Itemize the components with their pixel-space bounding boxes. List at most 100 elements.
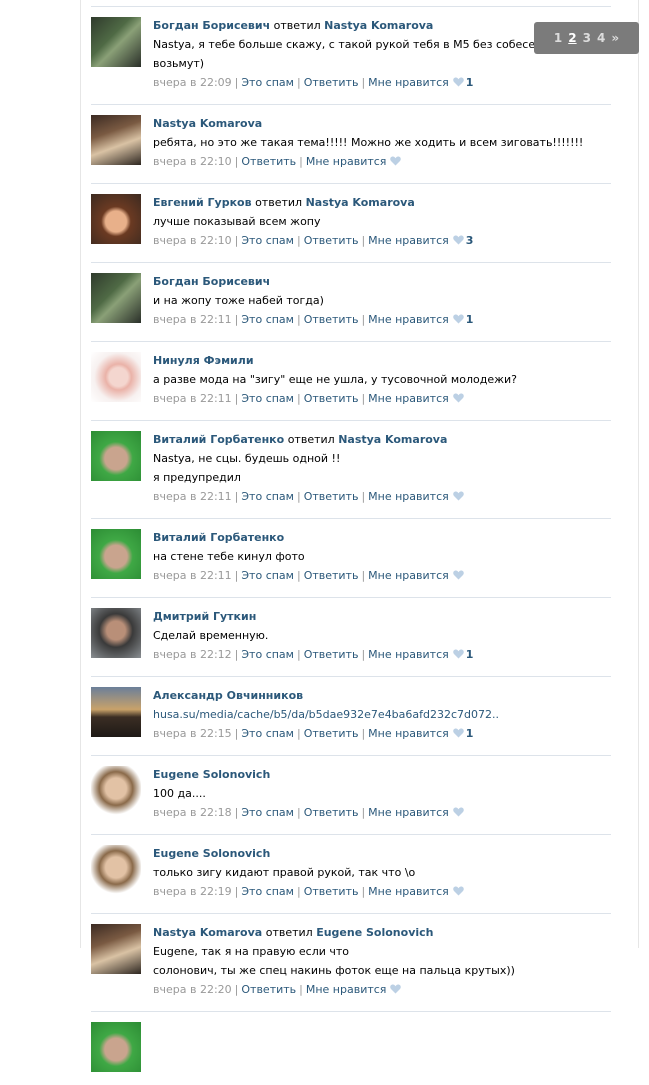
- pagination: 1 2 3 4 »: [534, 22, 639, 54]
- author-link[interactable]: Eugene Solonovich: [153, 768, 270, 781]
- heart-icon[interactable]: [452, 491, 464, 501]
- author-link[interactable]: Виталий Горбатенко: [153, 531, 284, 544]
- timestamp: вчера в 22:12: [153, 648, 232, 661]
- reply-button[interactable]: Ответить: [304, 648, 359, 661]
- heart-icon[interactable]: [390, 984, 402, 994]
- page-link-current[interactable]: 2: [568, 31, 576, 45]
- author-link[interactable]: Богдан Борисевич: [153, 275, 270, 288]
- spam-button[interactable]: Это спам: [241, 392, 294, 405]
- heart-icon[interactable]: [452, 314, 464, 324]
- comment-meta: вчера в 22:18 | Это спам | Ответить | Мне нрав…: [153, 804, 611, 822]
- reply-button[interactable]: Ответить: [304, 234, 359, 247]
- reply-to-link[interactable]: Nastya Komarova: [306, 196, 415, 209]
- reply-button[interactable]: Ответить: [304, 490, 359, 503]
- like-button[interactable]: Мне нравится: [368, 313, 449, 326]
- comment-item: Виталий Горбатенко на стене тебе кинул ф…: [91, 518, 611, 597]
- replied-label: ответил: [287, 433, 335, 446]
- avatar[interactable]: [91, 1022, 141, 1072]
- spam-button[interactable]: Это спам: [241, 727, 294, 740]
- avatar[interactable]: [91, 529, 141, 579]
- page-link-1[interactable]: 1: [554, 31, 562, 45]
- author-link[interactable]: Богдан Борисевич: [153, 19, 270, 32]
- like-button[interactable]: Мне нравится: [368, 392, 449, 405]
- heart-icon[interactable]: [452, 886, 464, 896]
- like-button[interactable]: Мне нравится: [368, 648, 449, 661]
- heart-icon[interactable]: [452, 77, 464, 87]
- spam-button[interactable]: Это спам: [241, 76, 294, 89]
- avatar[interactable]: [91, 608, 141, 658]
- reply-button[interactable]: Ответить: [304, 392, 359, 405]
- comment-item: Виталий Горбатенко ответил Nastya Komaro…: [91, 420, 611, 518]
- like-button[interactable]: Мне нравится: [368, 727, 449, 740]
- spam-button[interactable]: Это спам: [241, 313, 294, 326]
- like-button[interactable]: Мне нравится: [368, 490, 449, 503]
- like-button[interactable]: Мне нравится: [368, 806, 449, 819]
- external-link[interactable]: husa.su/media/cache/b5/da/b5dae932e7e4ba…: [153, 708, 499, 721]
- avatar[interactable]: [91, 431, 141, 481]
- reply-to-link[interactable]: Eugene Solonovich: [316, 926, 433, 939]
- comment-item: Евгений Гурков ответил Nastya Komarova л…: [91, 183, 611, 262]
- comment-item: Eugene Solonovich только зигу кидают пра…: [91, 834, 611, 913]
- like-button[interactable]: Мне нравится: [368, 885, 449, 898]
- reply-to-link[interactable]: Nastya Komarova: [324, 19, 433, 32]
- comment-meta: вчера в 22:09 | Это спам | Ответить | Мне нрав…: [153, 76, 474, 89]
- replied-label: ответил: [265, 926, 313, 939]
- author-link[interactable]: Nastya Komarova: [153, 926, 262, 939]
- author-link[interactable]: Виталий Горбатенко: [153, 433, 284, 446]
- author-link[interactable]: Нинуля Фэмили: [153, 354, 254, 367]
- avatar[interactable]: [91, 17, 141, 67]
- like-button[interactable]: Мне нравится: [306, 155, 387, 168]
- reply-button[interactable]: Ответить: [304, 313, 359, 326]
- spam-button[interactable]: Это спам: [241, 234, 294, 247]
- reply-button[interactable]: Ответить: [304, 76, 359, 89]
- next-page-icon[interactable]: »: [611, 31, 619, 45]
- reply-button[interactable]: Ответить: [241, 155, 296, 168]
- heart-icon[interactable]: [452, 570, 464, 580]
- heart-icon[interactable]: [452, 393, 464, 403]
- author-link[interactable]: Евгений Гурков: [153, 196, 252, 209]
- like-button[interactable]: Мне нравится: [368, 569, 449, 582]
- reply-button[interactable]: Ответить: [304, 806, 359, 819]
- avatar[interactable]: [91, 766, 141, 816]
- author-link[interactable]: Дмитрий Гуткин: [153, 610, 256, 623]
- reply-button[interactable]: Ответить: [304, 727, 359, 740]
- page-link-3[interactable]: 3: [583, 31, 591, 45]
- avatar[interactable]: [91, 924, 141, 974]
- like-count: 1: [465, 76, 474, 89]
- heart-icon[interactable]: [452, 807, 464, 817]
- avatar[interactable]: [91, 352, 141, 402]
- reply-button[interactable]: Ответить: [304, 885, 359, 898]
- heart-icon[interactable]: [452, 235, 464, 245]
- avatar[interactable]: [91, 845, 141, 895]
- reply-button[interactable]: Ответить: [241, 983, 296, 996]
- avatar[interactable]: [91, 115, 141, 165]
- author-link[interactable]: Александр Овчинников: [153, 689, 303, 702]
- like-button[interactable]: Мне нравится: [368, 234, 449, 247]
- reply-button[interactable]: Ответить: [304, 569, 359, 582]
- like-button[interactable]: Мне нравится: [368, 76, 449, 89]
- heart-icon[interactable]: [452, 728, 464, 738]
- author-link[interactable]: Nastya Komarova: [153, 117, 262, 130]
- right-border: [638, 0, 639, 948]
- like-count: 1: [465, 648, 474, 661]
- spam-button[interactable]: Это спам: [241, 885, 294, 898]
- timestamp: вчера в 22:09: [153, 76, 232, 89]
- page-link-4[interactable]: 4: [597, 31, 605, 45]
- spam-button[interactable]: Это спам: [241, 648, 294, 661]
- spam-button[interactable]: Это спам: [241, 806, 294, 819]
- author-link[interactable]: Eugene Solonovich: [153, 847, 270, 860]
- comment-text: а разве мода на "зигу" еще не ушла, у ту…: [153, 373, 517, 386]
- timestamp: вчера в 22:20: [153, 983, 232, 996]
- spam-button[interactable]: Это спам: [241, 569, 294, 582]
- heart-icon[interactable]: [390, 156, 402, 166]
- comment-text: я предупредил: [153, 471, 241, 484]
- heart-icon[interactable]: [452, 649, 464, 659]
- like-button[interactable]: Мне нравится: [306, 983, 387, 996]
- avatar[interactable]: [91, 687, 141, 737]
- reply-to-link[interactable]: Nastya Komarova: [338, 433, 447, 446]
- timestamp: вчера в 22:10: [153, 155, 232, 168]
- avatar[interactable]: [91, 194, 141, 244]
- comment-item: Нинуля Фэмили а разве мода на "зигу" еще…: [91, 341, 611, 420]
- avatar[interactable]: [91, 273, 141, 323]
- spam-button[interactable]: Это спам: [241, 490, 294, 503]
